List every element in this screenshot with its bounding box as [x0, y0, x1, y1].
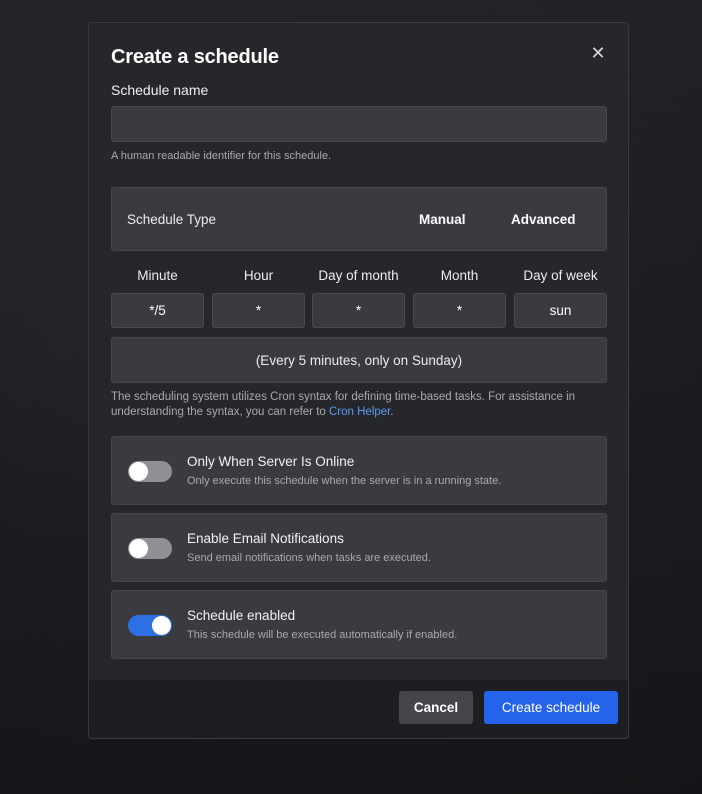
- toggle-description: This schedule will be executed automatic…: [187, 629, 458, 641]
- dialog-title: Create a schedule: [111, 46, 279, 68]
- cron-hour-label: Hour: [243, 268, 274, 283]
- dialog-footer: Cancel Create schedule: [89, 680, 628, 738]
- toggle-card-server-online: Only When Server Is Online Only execute …: [111, 436, 607, 505]
- cron-helper-link[interactable]: Cron Helper: [329, 406, 390, 418]
- schedule-type-advanced[interactable]: Advanced: [511, 212, 576, 227]
- cron-day-of-week-input[interactable]: [514, 293, 607, 328]
- toggle-description: Only execute this schedule when the serv…: [187, 475, 502, 487]
- cron-day-of-week-label: Day of week: [523, 268, 598, 283]
- email-notifications-toggle[interactable]: [128, 538, 172, 559]
- create-schedule-button[interactable]: Create schedule: [484, 691, 618, 724]
- toggle-knob: [129, 539, 148, 558]
- cron-month-label: Month: [440, 268, 479, 283]
- cron-help-end: .: [390, 406, 394, 418]
- create-schedule-dialog: Create a schedule ✕ Schedule name A huma…: [88, 22, 629, 739]
- schedule-enabled-toggle[interactable]: [128, 615, 172, 636]
- close-icon[interactable]: ✕: [588, 43, 608, 63]
- cron-hour-input[interactable]: [212, 293, 305, 328]
- cron-minute-input[interactable]: [111, 293, 204, 328]
- toggle-title: Schedule enabled: [187, 608, 296, 623]
- schedule-name-label: Schedule name: [111, 82, 209, 98]
- schedule-type-selector: Schedule Type Manual Advanced: [111, 187, 607, 251]
- cron-day-of-month-input[interactable]: [312, 293, 405, 328]
- schedule-name-helper: A human readable identifier for this sch…: [111, 150, 332, 162]
- toggle-description: Send email notifications when tasks are …: [187, 552, 431, 564]
- schedule-name-input[interactable]: [111, 106, 607, 142]
- cron-minute-label: Minute: [137, 268, 178, 283]
- cron-help-text: The scheduling system utilizes Cron synt…: [111, 390, 611, 420]
- cron-month-input[interactable]: [413, 293, 506, 328]
- cron-day-of-month-label: Day of month: [318, 268, 399, 283]
- toggle-knob: [152, 616, 171, 635]
- toggle-knob: [129, 462, 148, 481]
- cron-summary: (Every 5 minutes, only on Sunday): [111, 337, 607, 383]
- cancel-button[interactable]: Cancel: [399, 691, 473, 724]
- toggle-title: Enable Email Notifications: [187, 531, 344, 546]
- schedule-type-label: Schedule Type: [127, 212, 217, 227]
- schedule-type-manual[interactable]: Manual: [419, 212, 466, 227]
- server-online-toggle[interactable]: [128, 461, 172, 482]
- toggle-card-email-notifications: Enable Email Notifications Send email no…: [111, 513, 607, 582]
- toggle-title: Only When Server Is Online: [187, 454, 355, 469]
- toggle-card-schedule-enabled: Schedule enabled This schedule will be e…: [111, 590, 607, 659]
